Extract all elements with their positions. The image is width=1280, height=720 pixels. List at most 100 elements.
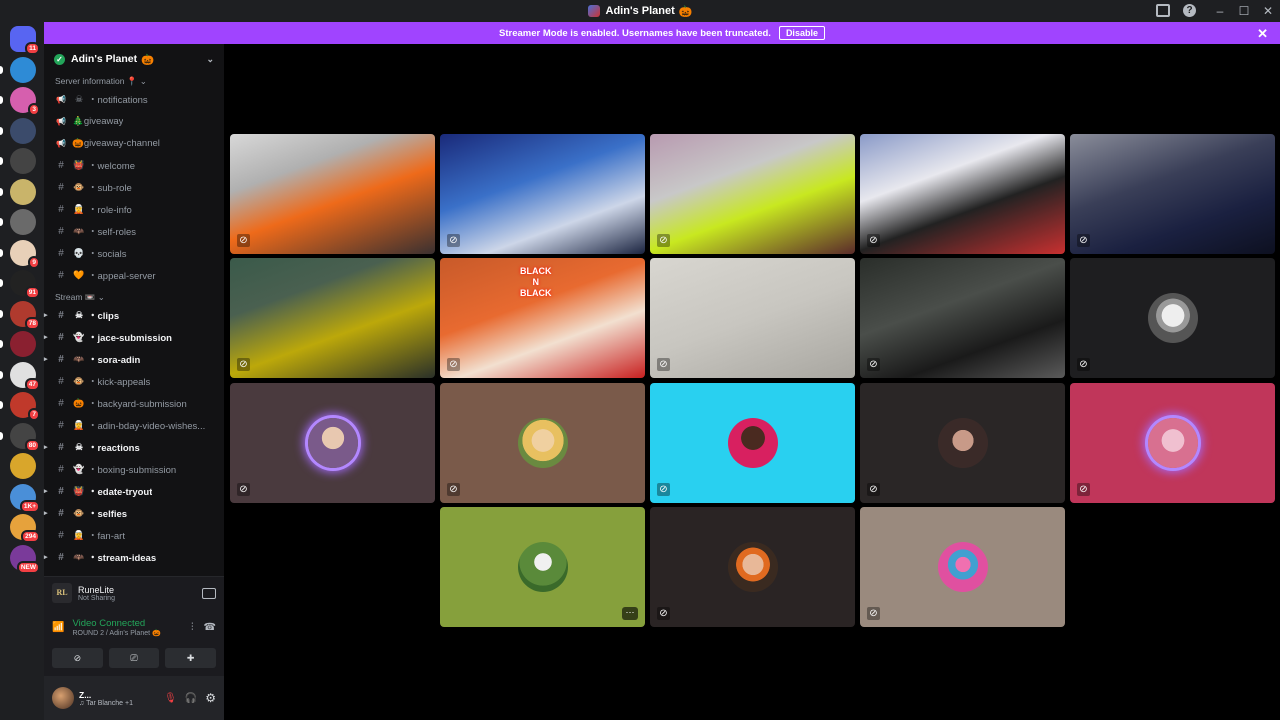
video-tile[interactable]: ⊘	[230, 258, 435, 378]
video-connected-label[interactable]: Video Connected	[72, 618, 160, 629]
server-icon[interactable]	[0, 178, 36, 205]
participant-tile[interactable]: ⊘	[860, 507, 1065, 627]
activities-button[interactable]: ✚	[165, 648, 217, 668]
more-options-icon[interactable]: ⋯	[622, 607, 638, 620]
hash-icon: #	[58, 485, 64, 497]
voice-channel-path[interactable]: ROUND 2 / Adin's Planet 🎃	[72, 629, 160, 637]
channel-item[interactable]: ▸ # 👻 ・jace-submission	[44, 326, 224, 348]
help-icon[interactable]: ?	[1183, 4, 1196, 17]
video-tile[interactable]: ⊘	[860, 258, 1065, 378]
avatar	[517, 418, 568, 468]
channel-item[interactable]: # 👻 ・boxing-submission	[44, 458, 224, 480]
server-icon[interactable]: 78	[0, 300, 40, 330]
channel-item[interactable]: # 🎃 ・backyard-submission	[44, 392, 224, 414]
unread-badge: 3	[28, 103, 40, 116]
server-icon[interactable]	[0, 56, 36, 83]
channel-item[interactable]: # 🐵 ・kick-appeals	[44, 370, 224, 392]
mic-muted-icon: ⊘	[1077, 483, 1090, 496]
server-icon[interactable]: 47	[0, 361, 40, 391]
channel-item[interactable]: # 🧝 ・role-info	[44, 198, 224, 220]
channel-item[interactable]: # 💀 ・socials	[44, 242, 224, 264]
channel-item[interactable]: ▸ # ☠ ・clips	[44, 304, 224, 326]
expand-icon[interactable]: ▸	[44, 333, 48, 341]
camera-off-button[interactable]: ⊘	[52, 648, 103, 668]
expand-icon[interactable]: ▸	[44, 443, 48, 451]
server-icon[interactable]: 1K+	[10, 483, 40, 513]
channel-item[interactable]: # 🧝 ・fan-art	[44, 524, 224, 546]
expand-icon[interactable]: ▸	[44, 311, 48, 319]
participant-tile[interactable]: ⊘	[1070, 258, 1275, 378]
channel-item[interactable]: # 🧝 ・adin-bday-video-wishes...	[44, 414, 224, 436]
participant-tile[interactable]: ⊘	[860, 383, 1065, 503]
close-icon[interactable]: ✕	[1257, 26, 1268, 42]
video-tile[interactable]: ⊘	[650, 134, 855, 254]
close-window-icon[interactable]: ✕	[1256, 4, 1280, 18]
channel-name: ・sora-adin	[88, 355, 141, 366]
channel-emoji-icon: 🦇	[73, 353, 85, 364]
channel-item[interactable]: ▸ # 🦇 ・sora-adin	[44, 348, 224, 370]
category-stream[interactable]: Stream 📼 ⌄	[44, 290, 224, 304]
server-header[interactable]: ✓ Adin's Planet 🎃 ⌄	[44, 44, 224, 74]
maximize-icon[interactable]: ☐	[1232, 4, 1256, 18]
participant-tile[interactable]: ⊘	[440, 383, 645, 503]
server-icon[interactable]: 7	[0, 392, 40, 421]
channel-item[interactable]: # 🦇 ・self-roles	[44, 220, 224, 242]
server-icon[interactable]	[0, 331, 36, 357]
server-icon[interactable]: 80	[0, 422, 40, 452]
noise-suppression-icon[interactable]: ⫶	[191, 622, 194, 633]
participant-tile[interactable]: ⊘	[650, 507, 855, 627]
inbox-icon[interactable]	[1156, 4, 1170, 17]
channel-item[interactable]: ▸ # 🐵 ・selfies	[44, 502, 224, 524]
channel-item[interactable]: 📢 🎄giveaway	[44, 110, 224, 132]
channel-item[interactable]: # 🧡 ・appeal-server	[44, 264, 224, 286]
server-icon[interactable]	[0, 209, 36, 235]
video-tile[interactable]: ⊘	[650, 258, 855, 378]
server-icon[interactable]	[10, 453, 36, 479]
participant-tile[interactable]: ⊘	[230, 383, 435, 503]
deafened-icon[interactable]: 🎧	[185, 693, 197, 704]
video-tile[interactable]: ⊘	[440, 134, 645, 254]
participant-tile[interactable]: ⊘	[1070, 383, 1275, 503]
server-icon[interactable]: 91	[0, 270, 40, 299]
server-icon[interactable]: NEW	[10, 544, 40, 574]
channel-item[interactable]: ▸ # 🦇 ・stream-ideas	[44, 546, 224, 568]
channel-item[interactable]: 📢 ☠ ・notifications	[44, 88, 224, 110]
chevron-down-icon[interactable]: ⌄	[206, 54, 214, 65]
server-icon[interactable]: 294	[10, 514, 40, 543]
unread-pip	[0, 157, 3, 165]
server-icon[interactable]: 11	[10, 26, 40, 55]
avatar[interactable]	[52, 687, 74, 709]
video-tile[interactable]: BLACK N BLACK ⊘	[440, 258, 645, 378]
channel-emoji-icon: 🐵	[73, 181, 85, 192]
share-screen-button[interactable]: ⎚	[108, 648, 160, 668]
expand-icon[interactable]: ▸	[44, 509, 48, 517]
screen-share-icon[interactable]	[202, 587, 216, 599]
channel-name: ・socials	[88, 249, 127, 260]
channel-item[interactable]: ▸ # 👹 ・edate-tryout	[44, 480, 224, 502]
video-tile[interactable]: ⊘	[1070, 134, 1275, 254]
video-tile[interactable]: ⊘	[230, 134, 435, 254]
channel-item[interactable]: # 🐵 ・sub-role	[44, 176, 224, 198]
server-icon[interactable]: 3	[0, 87, 40, 116]
server-icon[interactable]: 9	[0, 239, 40, 269]
mic-muted-icon[interactable]: 🎙	[164, 693, 177, 704]
participant-tile[interactable]: ⋯	[440, 507, 645, 627]
voice-connection: 📶 Video Connected ROUND 2 / Adin's Plane…	[44, 609, 224, 645]
video-tile[interactable]: ⊘	[860, 134, 1065, 254]
expand-icon[interactable]: ▸	[44, 553, 48, 561]
channel-item[interactable]: # 👹 ・welcome	[44, 154, 224, 176]
minimize-icon[interactable]: –	[1208, 4, 1232, 18]
disable-button[interactable]: Disable	[778, 26, 825, 40]
category-server-information[interactable]: Server information 📍 ⌄	[44, 74, 224, 88]
participant-tile[interactable]: ⊘	[650, 383, 855, 503]
server-icon[interactable]	[0, 148, 36, 174]
gear-icon[interactable]: ⚙	[205, 691, 216, 705]
hash-icon: #	[58, 309, 64, 321]
disconnect-icon[interactable]: ☎	[204, 622, 216, 633]
channel-item[interactable]: 📢 🎃giveaway-channel	[44, 132, 224, 154]
channel-item[interactable]: ▸ # ☠ ・reactions	[44, 436, 224, 458]
signal-icon[interactable]: 📶	[52, 622, 64, 633]
expand-icon[interactable]: ▸	[44, 487, 48, 495]
server-icon[interactable]	[0, 117, 36, 144]
expand-icon[interactable]: ▸	[44, 355, 48, 363]
